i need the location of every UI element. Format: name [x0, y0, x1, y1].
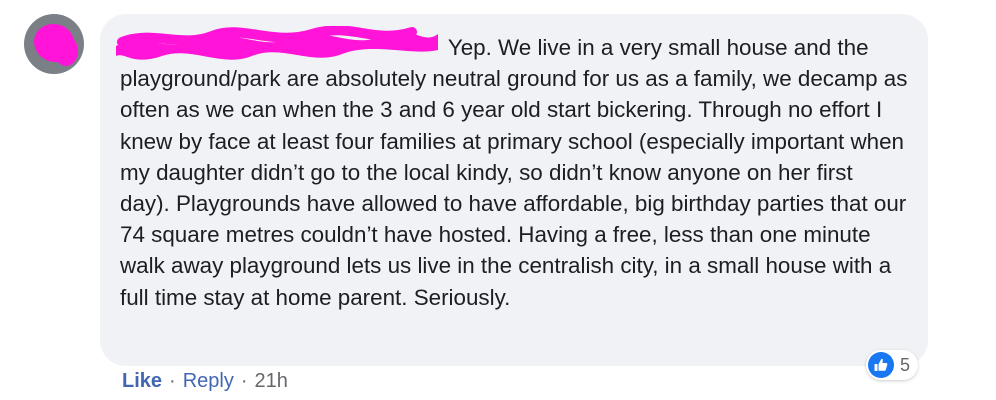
comment-body: Yep. We live in a very small house and t…	[116, 26, 908, 313]
timestamp[interactable]: 21h	[255, 370, 288, 393]
reaction-count: 5	[900, 354, 911, 375]
name-redaction	[116, 26, 438, 60]
comment-text: Yep. We live in a very small house and t…	[120, 35, 908, 310]
comment-actions: Like · Reply · 21h	[122, 370, 288, 393]
avatar[interactable]	[24, 14, 84, 74]
comment-bubble: Yep. We live in a very small house and t…	[100, 14, 928, 366]
reaction-summary[interactable]: 5	[866, 350, 919, 380]
thumbs-up-icon	[868, 352, 894, 378]
author-name-wrapper[interactable]	[116, 26, 442, 63]
reply-button[interactable]: Reply	[183, 370, 234, 393]
separator: ·	[169, 370, 176, 392]
avatar-redaction-part	[54, 36, 78, 66]
separator: ·	[240, 370, 248, 392]
like-button[interactable]: Like	[122, 370, 162, 393]
